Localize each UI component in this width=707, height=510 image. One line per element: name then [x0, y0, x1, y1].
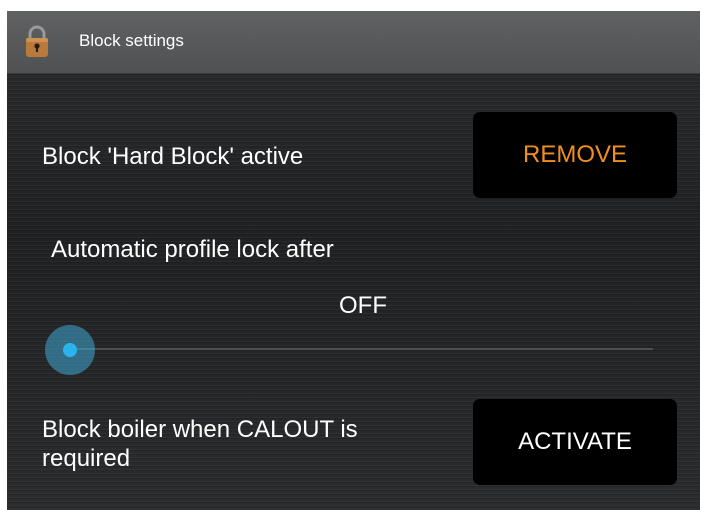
lock-icon — [26, 25, 48, 57]
auto-lock-slider-track[interactable] — [71, 348, 653, 350]
page-title: Block settings — [79, 31, 184, 50]
remove-button[interactable]: REMOVE — [473, 112, 677, 198]
activate-button[interactable]: ACTIVATE — [473, 399, 677, 485]
calout-label-line2: required — [42, 445, 131, 472]
auto-lock-label: Automatic profile lock after — [51, 236, 334, 263]
calout-label: Block boiler when CALOUT is required — [42, 415, 452, 473]
block-settings-screen: Block settings Block 'Hard Block' active… — [7, 11, 700, 510]
hard-block-label: Block 'Hard Block' active — [42, 143, 304, 170]
auto-lock-value: OFF — [339, 292, 387, 319]
calout-label-line1: Block boiler when CALOUT is — [42, 416, 358, 443]
slider-thumb-core — [63, 343, 77, 357]
auto-lock-slider-thumb[interactable] — [45, 325, 95, 375]
header-bar: Block settings — [7, 11, 700, 74]
